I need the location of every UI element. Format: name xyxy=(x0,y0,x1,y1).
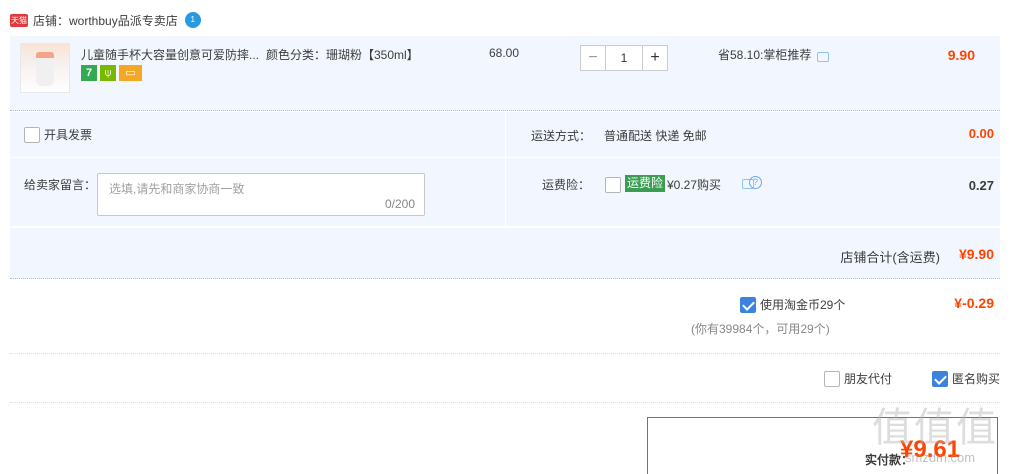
order-options: 开具发票 运送方式： 普通配送 快递 免邮 0.00 给卖家留言： 选填,请先和… xyxy=(10,112,1000,226)
taojinbi-note: (你有39984个，可用29个) xyxy=(691,322,830,336)
taojinbi-checkbox[interactable] xyxy=(740,296,756,313)
anonymous-checkbox[interactable] xyxy=(932,370,948,387)
wangwang-chat-icon[interactable]: 1 xyxy=(184,12,201,28)
comment-icon[interactable] xyxy=(817,51,830,62)
unit-price: 68.00 xyxy=(489,46,520,60)
message-label: 给卖家留言： xyxy=(24,178,97,192)
quantity-plus-button[interactable]: + xyxy=(642,45,668,71)
insurance-value: 0.27 xyxy=(968,178,994,193)
help-icon[interactable]: ? xyxy=(749,176,762,189)
quantity-input[interactable]: 1 xyxy=(606,45,642,71)
invoice-checkbox[interactable] xyxy=(24,126,40,143)
order-confirm-page: 天猫 店铺：worthbuy品派专卖店 1 儿童随手杯大容量创意可爱防摔... … xyxy=(0,0,1018,474)
anonymous-label: 匿名购买 xyxy=(952,372,1001,386)
promo-info: 省58.10:掌柜推荐 xyxy=(718,46,830,63)
credit-card-icon[interactable]: ▭ xyxy=(119,65,142,81)
insurance-tag: 运费险 xyxy=(625,175,666,192)
shipping-fee: 0.00 xyxy=(968,126,994,141)
friend-pay-checkbox[interactable] xyxy=(824,370,840,387)
shipping-label: 运送方式： xyxy=(531,129,592,143)
store-total-row: 店铺合计(含运费) ¥9.90 xyxy=(10,228,1000,279)
seller-message-input[interactable]: 选填,请先和商家协商一致 0/200 xyxy=(97,173,425,216)
seven-day-return-icon[interactable]: 7 xyxy=(81,65,97,81)
watermark-url: smzdm.com xyxy=(905,450,976,465)
store-name[interactable]: 店铺：worthbuy品派专卖店 xyxy=(33,12,178,29)
promo-text: 省58.10:掌柜推荐 xyxy=(718,48,812,62)
item-subtotal: 9.90 xyxy=(947,47,975,63)
cup-image xyxy=(36,52,54,86)
divider xyxy=(10,353,1000,354)
order-item-row: 儿童随手杯大容量创意可爱防摔... 颜色分类：珊瑚粉【350ml】 7 ⍦ ▭ … xyxy=(10,36,1000,111)
insurance-label: 运费险： xyxy=(542,178,591,192)
store-header: 天猫 店铺：worthbuy品派专卖店 1 xyxy=(10,10,201,30)
options-divider xyxy=(10,157,1000,158)
message-char-count: 0/200 xyxy=(384,197,415,211)
taojinbi-discount: ¥-0.29 xyxy=(954,295,994,311)
invoice-label: 开具发票 xyxy=(44,128,93,142)
tmall-icon: 天猫 xyxy=(10,13,28,27)
product-title[interactable]: 儿童随手杯大容量创意可爱防摔... xyxy=(81,46,259,63)
invoice-option[interactable]: 开具发票 xyxy=(24,126,92,143)
friend-pay-label: 朋友代付 xyxy=(844,372,893,386)
watermark-logo: 值值值 xyxy=(872,405,998,451)
anonymous-option[interactable]: 匿名购买 xyxy=(932,370,1000,387)
quantity-minus-button[interactable]: − xyxy=(580,45,606,71)
message-placeholder: 选填,请先和商家协商一致 xyxy=(109,182,245,196)
insurance-checkbox[interactable] xyxy=(605,177,621,193)
warranty-icon[interactable]: ⍦ xyxy=(100,65,116,81)
insurance-price: ¥0.27购买 xyxy=(667,178,722,192)
quantity-stepper: − 1 + xyxy=(580,45,668,71)
store-total-label: 店铺合计(含运费) xyxy=(840,250,940,265)
product-thumbnail[interactable] xyxy=(20,43,70,93)
taojinbi-option[interactable]: 使用淘金币29个 xyxy=(740,296,845,313)
shipping-method: 普通配送 快递 免邮 xyxy=(604,129,707,143)
friend-pay-option[interactable]: 朋友代付 xyxy=(824,370,892,387)
product-sku: 颜色分类：珊瑚粉【350ml】 xyxy=(266,48,419,62)
divider xyxy=(10,402,1000,403)
store-total-value: ¥9.90 xyxy=(958,246,994,262)
service-badges: 7 ⍦ ▭ xyxy=(81,65,142,81)
taojinbi-label: 使用淘金币29个 xyxy=(760,298,846,312)
